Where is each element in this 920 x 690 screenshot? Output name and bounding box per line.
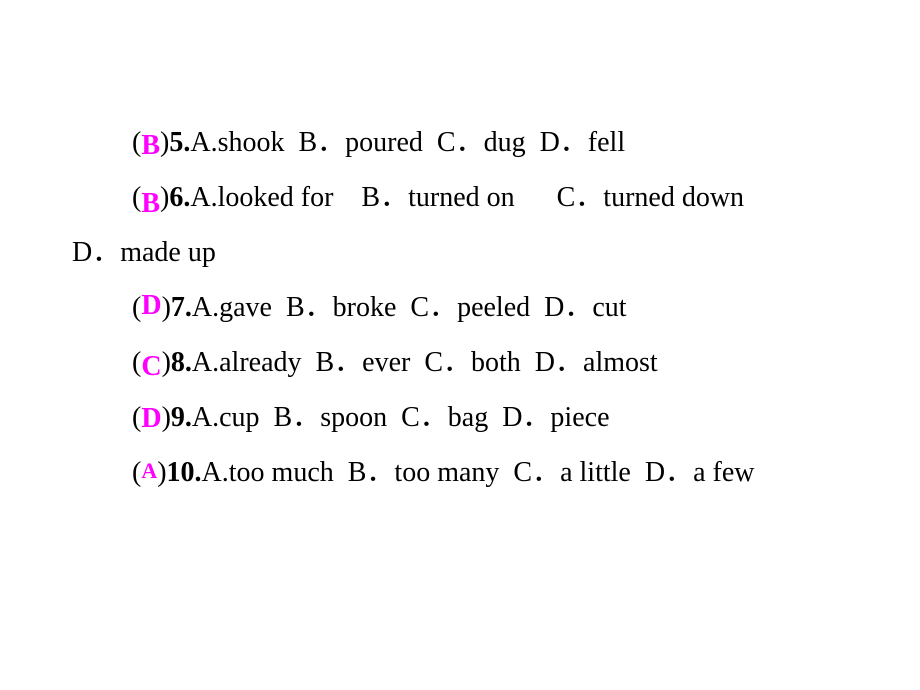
options: A.looked for B．turned on C．turned down: [190, 182, 745, 213]
options: A.shook B．poured C．dug D．fell: [190, 127, 626, 158]
options: A.already B．ever C．both D．almost: [191, 347, 658, 378]
question-10: (A)10.A.too much B．too many C．a little D…: [132, 457, 755, 488]
question-number: 10.: [166, 457, 202, 488]
question-6: (B)6.A.looked for B．turned on C．turned d…: [132, 182, 745, 219]
question-number: 7.: [170, 292, 192, 323]
options: A.cup B．spoon C．bag D．piece: [191, 402, 610, 433]
question-7: (D)7.A.gave B．broke C．peeled D．cut: [132, 290, 627, 323]
answer: A: [141, 458, 158, 483]
answer: D: [141, 403, 162, 434]
question-number: 6.: [169, 182, 191, 213]
answer: C: [141, 351, 162, 382]
question-9: (D)9.A.cup B．spoon C．bag D．piece: [132, 402, 610, 434]
options: A.too much B．too many C．a little D．a few: [201, 457, 755, 488]
question-number: 8.: [170, 347, 192, 378]
answer: D: [141, 290, 162, 321]
answer: B: [141, 130, 161, 161]
question-6-continuation: D．made up: [72, 237, 216, 268]
question-5: (B)5.A.shook B．poured C．dug D．fell: [132, 127, 626, 161]
answer: B: [141, 188, 161, 219]
question-number: 9.: [170, 402, 192, 433]
question-8: (C)8.A.already B．ever C．both D．almost: [132, 347, 658, 382]
question-number: 5.: [169, 127, 191, 158]
options: A.gave B．broke C．peeled D．cut: [191, 292, 627, 323]
